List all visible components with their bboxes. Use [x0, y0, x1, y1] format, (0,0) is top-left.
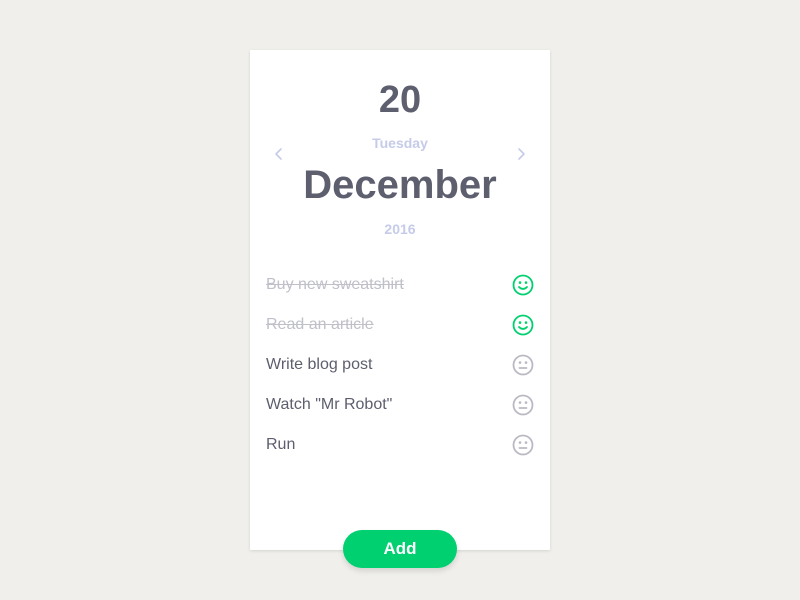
task-item[interactable]: Buy new sweatshirt: [266, 265, 534, 305]
calendar-card: 20 Tuesday December 2016 Buy new sweatsh…: [250, 50, 550, 550]
chevron-right-icon: [513, 146, 529, 162]
smiley-happy-icon[interactable]: [512, 274, 534, 296]
chevron-left-icon: [271, 146, 287, 162]
weekday-label: Tuesday: [372, 135, 428, 151]
task-label: Write blog post: [266, 356, 373, 373]
task-item[interactable]: Read an article: [266, 305, 534, 345]
smiley-happy-icon[interactable]: [512, 314, 534, 336]
prev-month-button[interactable]: [271, 146, 287, 162]
month-label: December: [303, 163, 497, 207]
smiley-neutral-icon[interactable]: [512, 354, 534, 376]
task-label: Watch "Mr Robot": [266, 396, 393, 413]
task-item[interactable]: Run: [266, 425, 534, 465]
task-item[interactable]: Write blog post: [266, 345, 534, 385]
task-label: Read an article: [266, 316, 374, 333]
smiley-neutral-icon[interactable]: [512, 434, 534, 456]
day-number: 20: [378, 79, 422, 121]
add-button[interactable]: Add: [343, 530, 457, 568]
next-month-button[interactable]: [513, 146, 529, 162]
task-label: Buy new sweatshirt: [266, 276, 404, 293]
task-item[interactable]: Watch "Mr Robot": [266, 385, 534, 425]
task-list: Buy new sweatshirt Read an article Write…: [266, 265, 534, 465]
smiley-neutral-icon[interactable]: [512, 394, 534, 416]
task-label: Run: [266, 436, 296, 453]
year-label: 2016: [384, 221, 416, 237]
